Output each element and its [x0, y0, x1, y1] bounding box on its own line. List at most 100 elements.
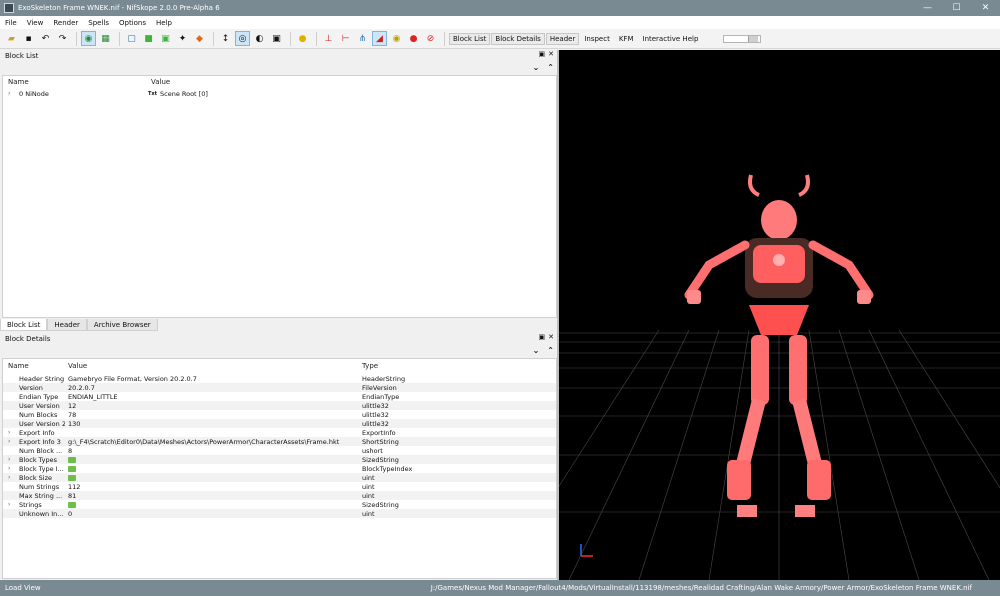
float-icon[interactable]: ▣	[539, 50, 546, 58]
column-name[interactable]: Name	[8, 362, 29, 372]
table-row[interactable]: Num Strings 112 uint	[3, 482, 556, 491]
table-row[interactable]: › Export Info ExportInfo	[3, 428, 556, 437]
expand-arrow-icon[interactable]: ›	[8, 90, 10, 97]
slider-thumb[interactable]	[748, 35, 759, 42]
row-type: SizedString	[362, 500, 399, 509]
row-value: 81	[68, 491, 77, 500]
collapse-all-icon[interactable]: ⌃	[547, 63, 554, 72]
expand-all-icon[interactable]: ⌄	[533, 63, 540, 72]
globe-icon[interactable]: ◉	[81, 31, 96, 46]
close-panel-icon[interactable]: ✕	[548, 333, 554, 341]
side-view-icon[interactable]: ▣	[158, 31, 173, 46]
column-type[interactable]: Type	[362, 362, 378, 372]
redo-icon[interactable]: ↷	[55, 31, 70, 46]
table-row[interactable]: › 0 NiNode Txt Scene Root [0]	[3, 89, 556, 98]
table-row[interactable]: Num Block ... 8 ushort	[3, 446, 556, 455]
table-row[interactable]: Endian Type ENDIAN_LITTLE EndianType	[3, 392, 556, 401]
app-icon	[4, 3, 14, 13]
row-value: 0	[68, 509, 73, 518]
menu-render[interactable]: Render	[53, 19, 78, 27]
table-row[interactable]: › Block Size uint	[3, 473, 556, 482]
cube-icon[interactable]: ◆	[192, 31, 207, 46]
interactive-help-toggle[interactable]: Interactive Help	[639, 33, 703, 45]
row-type: SizedString	[362, 455, 399, 464]
minimize-button[interactable]: —	[913, 0, 942, 16]
row-name: Block Size	[19, 473, 52, 482]
undo-icon[interactable]: ↶	[38, 31, 53, 46]
front-view-icon[interactable]: ▢	[124, 31, 139, 46]
close-button[interactable]: ✕	[971, 0, 1000, 16]
marker-icon[interactable]: ◉	[389, 31, 404, 46]
maximize-button[interactable]: ☐	[942, 0, 971, 16]
column-name[interactable]: Name	[8, 78, 29, 88]
row-type: uint	[362, 482, 375, 491]
expand-arrow-icon[interactable]: ›	[8, 501, 10, 508]
expand-arrow-icon[interactable]: ›	[8, 438, 10, 445]
menu-view[interactable]: View	[27, 19, 44, 27]
axes-icon[interactable]: ⊥	[321, 31, 336, 46]
collision-icon[interactable]: ◢	[372, 31, 387, 46]
block-details-toggle[interactable]: Block Details	[491, 32, 545, 45]
table-row[interactable]: User Version 12 ulittle32	[3, 401, 556, 410]
light-icon[interactable]: ●	[295, 31, 310, 46]
strikethrough-icon[interactable]: ⊘	[423, 31, 438, 46]
expand-arrow-icon[interactable]: ›	[8, 474, 10, 481]
tab-header[interactable]: Header	[47, 319, 87, 331]
kfm-toggle[interactable]: KFM	[615, 33, 638, 45]
walk-icon[interactable]: ✦	[175, 31, 190, 46]
expand-all-icon[interactable]: ⌄	[533, 346, 540, 355]
open-icon[interactable]: ▰	[4, 31, 19, 46]
3d-viewport[interactable]	[559, 50, 1000, 580]
eye-icon[interactable]: ◎	[235, 31, 250, 46]
expand-arrow-icon[interactable]: ›	[8, 465, 10, 472]
collapse-controls: ⌄ ⌃	[525, 346, 554, 355]
constraints-icon[interactable]: ⊢	[338, 31, 353, 46]
table-row[interactable]: › Block Types SizedString	[3, 455, 556, 464]
nodes-icon[interactable]: ⋔	[355, 31, 370, 46]
table-row[interactable]: Unknown In... 0 uint	[3, 509, 556, 518]
row-name: 0 NiNode	[19, 89, 49, 98]
toolbar-separator	[290, 31, 291, 46]
table-row[interactable]: › Export Info 3 g:\_F4\Scratch\Editor0\Dat…	[3, 437, 556, 446]
row-type: ShortString	[362, 437, 399, 446]
tab-block-list[interactable]: Block List	[0, 319, 48, 331]
toolbar-separator	[213, 31, 214, 46]
expand-arrow-icon[interactable]: ›	[8, 429, 10, 436]
table-row[interactable]: Max String ... 81 uint	[3, 491, 556, 500]
top-view-icon[interactable]: ■	[141, 31, 156, 46]
tab-archive-browser[interactable]: Archive Browser	[86, 319, 158, 331]
table-row[interactable]: User Version 2 130 ulittle32	[3, 419, 556, 428]
screenshot-icon[interactable]: ▣	[269, 31, 284, 46]
row-value: 12	[68, 401, 77, 410]
row-value: 8	[68, 446, 73, 455]
pointer-icon[interactable]: ↕	[218, 31, 233, 46]
toolbar-separator	[76, 31, 77, 46]
column-value[interactable]: Value	[151, 78, 170, 88]
row-name: Version	[19, 383, 43, 392]
pin-icon[interactable]: ●	[406, 31, 421, 46]
row-type: ulittle32	[362, 419, 389, 428]
menu-file[interactable]: File	[5, 19, 17, 27]
collapse-controls: ⌄ ⌃	[525, 63, 554, 72]
row-value	[68, 473, 358, 482]
collapse-all-icon[interactable]: ⌃	[547, 346, 554, 355]
zoom-slider[interactable]	[723, 34, 762, 43]
inspect-toggle[interactable]: Inspect	[580, 33, 614, 45]
header-toggle[interactable]: Header	[545, 32, 580, 45]
grid-icon[interactable]: ▦	[98, 31, 113, 46]
menu-help[interactable]: Help	[156, 19, 172, 27]
table-row[interactable]: › Block Type I... BlockTypeIndex	[3, 464, 556, 473]
block-list-toggle[interactable]: Block List	[449, 32, 491, 45]
expand-arrow-icon[interactable]: ›	[8, 456, 10, 463]
close-panel-icon[interactable]: ✕	[548, 50, 554, 58]
menu-spells[interactable]: Spells	[88, 19, 109, 27]
float-icon[interactable]: ▣	[539, 333, 546, 341]
table-row[interactable]: Header String Gamebryo File Format, Versi…	[3, 374, 556, 383]
menu-options[interactable]: Options	[119, 19, 146, 27]
save-icon[interactable]: ▪	[21, 31, 36, 46]
table-row[interactable]: › Strings SizedString	[3, 500, 556, 509]
table-row[interactable]: Version 20.2.0.7 FileVersion	[3, 383, 556, 392]
table-row[interactable]: Num Blocks 78 ulittle32	[3, 410, 556, 419]
visibility-icon[interactable]: ◐	[252, 31, 267, 46]
column-value[interactable]: Value	[68, 362, 87, 372]
